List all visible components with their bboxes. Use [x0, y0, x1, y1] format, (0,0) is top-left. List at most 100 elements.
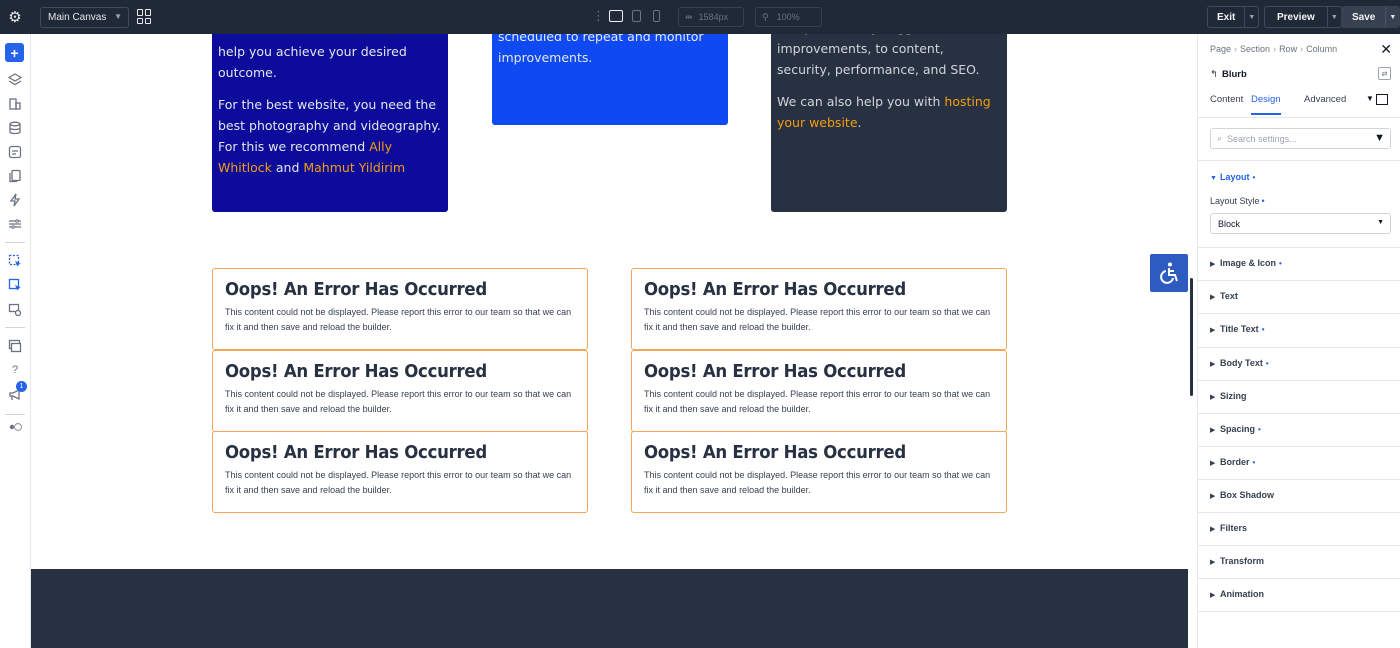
blurb-card-hosting[interactable]: and pro-actively suggest improvements, t…	[771, 34, 1007, 212]
accessibility-button[interactable]	[1150, 254, 1188, 292]
responsive-square-icon[interactable]	[1376, 94, 1388, 105]
layout-library-icon[interactable]	[7, 96, 23, 112]
group-body-text[interactable]: ▶ Body Text •	[1210, 358, 1269, 368]
error-module[interactable]: Oops! An Error Has Occurred This content…	[631, 431, 1007, 513]
blurb-card-photography[interactable]: help you achieve your desired outcome. F…	[212, 34, 448, 212]
error-message: This content could not be displayed. Ple…	[225, 470, 572, 495]
card1-line: help you achieve your desired outcome.	[218, 44, 407, 80]
group-sizing[interactable]: ▶ Sizing	[1210, 391, 1247, 401]
find-replace-icon[interactable]	[7, 302, 23, 318]
back-arrow-icon[interactable]: ↰	[1210, 69, 1218, 80]
pages-icon[interactable]	[7, 168, 23, 184]
group-label: Transform	[1220, 556, 1265, 566]
close-icon[interactable]: ✕	[1380, 41, 1392, 58]
breadcrumb-column[interactable]: Column	[1306, 44, 1337, 54]
filter-icon[interactable]: ▼	[1374, 132, 1385, 144]
modified-dot-icon: •	[1252, 458, 1256, 467]
chevron-down-icon: ▼	[1377, 219, 1384, 226]
group-spacing[interactable]: ▶ Spacing •	[1210, 424, 1261, 434]
database-icon[interactable]	[7, 120, 23, 136]
zoom-field[interactable]: ⚲ 100%	[755, 7, 822, 27]
caret-right-icon: ▶	[1210, 592, 1216, 599]
search-settings-input[interactable]: ⌕ Search settings... ▼	[1210, 128, 1391, 149]
layout-style-label: Layout Style •	[1210, 196, 1265, 206]
breadcrumb-separator-icon: ›	[1234, 44, 1238, 54]
click-mode-icon[interactable]	[7, 253, 23, 269]
desktop-view-icon[interactable]	[609, 10, 623, 22]
add-module-button[interactable]: +	[5, 43, 24, 62]
group-box-shadow[interactable]: ▶ Box Shadow	[1210, 490, 1274, 500]
error-title: Oops! An Error Has Occurred	[644, 279, 906, 300]
group-layout[interactable]: ▼ Layout •	[1210, 172, 1255, 182]
settings-gear-icon[interactable]: ⚙	[0, 0, 30, 34]
preview-button[interactable]: Preview ▼	[1264, 6, 1342, 28]
card3-paragraph: and pro-actively suggest improvements, t…	[777, 34, 980, 77]
caret-down-icon: ▼	[1210, 175, 1217, 182]
chevron-down-icon: ▼	[114, 12, 122, 21]
help-icon[interactable]: ?	[7, 362, 23, 378]
canvas-width-value: 1584px	[698, 12, 729, 22]
group-border[interactable]: ▶ Border •	[1210, 457, 1255, 467]
canvas-grid-icon[interactable]	[137, 9, 152, 24]
canvas-selector-label: Main Canvas	[48, 12, 107, 23]
form-icon[interactable]	[7, 144, 23, 160]
save-button[interactable]: Save ▼	[1341, 6, 1400, 28]
module-title: ↰ Blurb	[1210, 69, 1247, 80]
card1-paragraph: For the best website, you need the best …	[218, 94, 442, 178]
divider	[1198, 347, 1400, 348]
canvas-width-field[interactable]: ⇹ 1584px	[678, 7, 744, 27]
footer-section[interactable]	[31, 569, 1188, 648]
toggle-icon[interactable]	[7, 419, 23, 435]
lightning-icon[interactable]	[7, 192, 23, 208]
caret-right-icon: ▶	[1210, 394, 1216, 401]
group-title-text[interactable]: ▶ Title Text •	[1210, 324, 1265, 334]
group-animation[interactable]: ▶ Animation	[1210, 589, 1264, 599]
tab-advanced[interactable]: Advanced	[1304, 94, 1346, 113]
error-title: Oops! An Error Has Occurred	[225, 442, 487, 463]
caret-right-icon: ▶	[1210, 327, 1216, 334]
sliders-icon[interactable]	[7, 216, 23, 232]
layout-style-text: Layout Style	[1210, 196, 1260, 206]
hover-mode-icon[interactable]	[7, 277, 23, 293]
exit-button[interactable]: Exit ▼	[1207, 6, 1260, 28]
tab-design[interactable]: Design	[1251, 94, 1281, 115]
module-swap-icon[interactable]: ⇄	[1378, 67, 1391, 80]
settings-tabs: Content Design Advanced ▼	[1198, 90, 1400, 118]
link-mahmut-yildirim[interactable]: Mahmut Yildirim	[303, 160, 405, 175]
save-dropdown-icon[interactable]: ▼	[1385, 7, 1399, 27]
exit-dropdown-icon[interactable]: ▼	[1244, 7, 1258, 27]
breadcrumb-section[interactable]: Section	[1240, 44, 1270, 54]
divider	[1198, 380, 1400, 381]
error-module[interactable]: Oops! An Error Has Occurred This content…	[212, 268, 588, 350]
canvas-scrollbar[interactable]	[1190, 278, 1193, 396]
group-label: Sizing	[1220, 391, 1247, 401]
drag-handle-icon[interactable]: ⋮	[592, 9, 605, 23]
breadcrumb-page[interactable]: Page	[1210, 44, 1231, 54]
group-filters[interactable]: ▶ Filters	[1210, 523, 1247, 533]
tab-content[interactable]: Content	[1210, 94, 1243, 113]
divider	[1198, 413, 1400, 414]
tablet-view-icon[interactable]	[632, 10, 641, 22]
group-text[interactable]: ▶ Text	[1210, 291, 1238, 301]
group-label: Text	[1220, 291, 1238, 301]
group-transform[interactable]: ▶ Transform	[1210, 556, 1264, 566]
chevron-down-icon[interactable]: ▼	[1366, 94, 1374, 103]
blurb-card-monitoring[interactable]: scheduled to repeat and monitor improvem…	[492, 34, 728, 125]
windows-icon[interactable]	[7, 338, 23, 354]
divider	[1198, 446, 1400, 447]
builder-canvas[interactable]: help you achieve your desired outcome. F…	[31, 34, 1188, 648]
group-image-icon[interactable]: ▶ Image & Icon •	[1210, 258, 1282, 268]
layers-icon[interactable]	[7, 72, 23, 88]
preview-dropdown-icon[interactable]: ▼	[1326, 7, 1341, 27]
group-label: Title Text	[1220, 324, 1259, 334]
error-module[interactable]: Oops! An Error Has Occurred This content…	[631, 350, 1007, 432]
layout-style-select[interactable]: Block ▼	[1210, 213, 1391, 234]
error-module[interactable]: Oops! An Error Has Occurred This content…	[631, 268, 1007, 350]
error-title: Oops! An Error Has Occurred	[225, 279, 487, 300]
canvas-selector[interactable]: Main Canvas ▼	[40, 7, 129, 28]
breadcrumb-row[interactable]: Row	[1279, 44, 1297, 54]
error-message: This content could not be displayed. Ple…	[644, 389, 991, 414]
error-module[interactable]: Oops! An Error Has Occurred This content…	[212, 350, 588, 432]
error-module[interactable]: Oops! An Error Has Occurred This content…	[212, 431, 588, 513]
phone-view-icon[interactable]	[653, 10, 660, 22]
